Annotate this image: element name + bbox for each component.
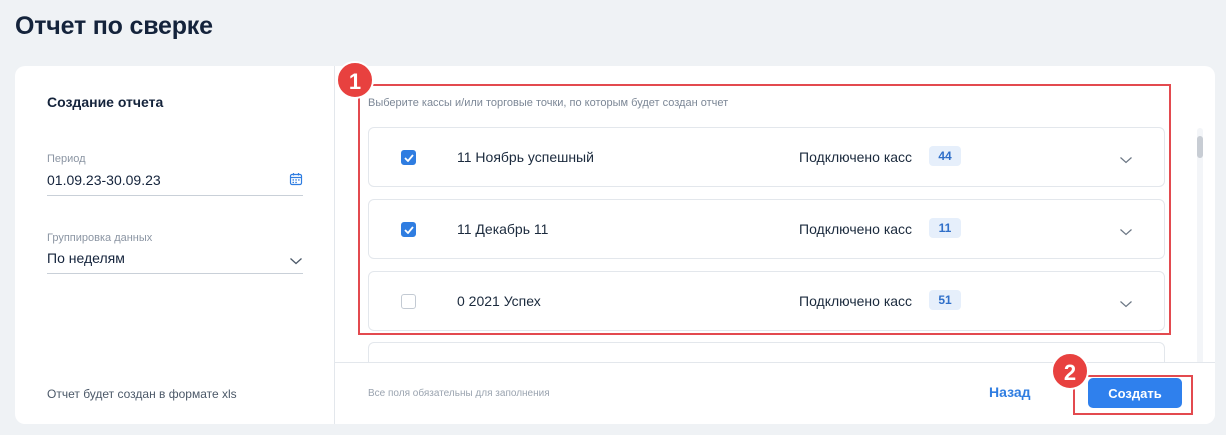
connected-label: Подключено касс xyxy=(799,149,913,165)
step-marker-2: 2 xyxy=(1051,352,1089,390)
chevron-down-icon[interactable] xyxy=(1119,152,1133,170)
connected-label: Подключено касс xyxy=(799,221,913,237)
count-badge: 51 xyxy=(929,290,961,310)
list-item[interactable]: 11 Декабрь 11 Подключено касс 11 xyxy=(368,199,1165,259)
back-button[interactable]: Назад xyxy=(989,384,1031,400)
list-item[interactable]: 0 2021 Успех Подключено касс 51 xyxy=(368,271,1165,331)
chevron-down-icon[interactable] xyxy=(289,253,303,269)
row-name: 11 Декабрь 11 xyxy=(457,221,549,237)
list-scrollbar[interactable] xyxy=(1197,128,1203,364)
row-name: 0 2021 Успех xyxy=(457,293,541,309)
row-checkbox[interactable] xyxy=(401,150,416,165)
period-label: Период xyxy=(47,153,86,165)
chevron-down-icon[interactable] xyxy=(1119,296,1133,314)
period-field[interactable]: 01.09.23-30.09.23 xyxy=(47,172,303,196)
page-title: Отчет по сверке xyxy=(15,12,213,40)
count-badge: 11 xyxy=(929,218,961,238)
grouping-label: Группировка данных xyxy=(47,232,153,244)
connected-label: Подключено касс xyxy=(799,293,913,309)
report-card: Создание отчета Период 01.09.23-30.09.23… xyxy=(15,66,1215,424)
grouping-select[interactable]: По неделям xyxy=(47,250,303,274)
grouping-value: По неделям xyxy=(47,250,125,266)
row-checkbox[interactable] xyxy=(401,222,416,237)
scroll-thumb[interactable] xyxy=(1197,136,1203,158)
chevron-down-icon[interactable] xyxy=(1119,224,1133,242)
period-value: 01.09.23-30.09.23 xyxy=(47,172,161,188)
create-button[interactable]: Создать xyxy=(1088,378,1182,408)
step-marker-1: 1 xyxy=(336,61,374,99)
calendar-icon[interactable] xyxy=(289,172,303,189)
row-name: 11 Ноябрь успешный xyxy=(457,149,594,165)
format-note: Отчет будет создан в формате xls xyxy=(47,387,237,401)
selection-hint: Выберите кассы и/или торговые точки, по … xyxy=(368,97,729,109)
row-checkbox[interactable] xyxy=(401,294,416,309)
list-item[interactable]: 11 Ноябрь успешный Подключено касс 44 xyxy=(368,127,1165,187)
report-settings-panel: Создание отчета Период 01.09.23-30.09.23… xyxy=(15,66,335,424)
count-badge: 44 xyxy=(929,146,961,166)
required-note: Все поля обязательны для заполнения xyxy=(368,388,550,399)
create-report-title: Создание отчета xyxy=(47,94,164,110)
